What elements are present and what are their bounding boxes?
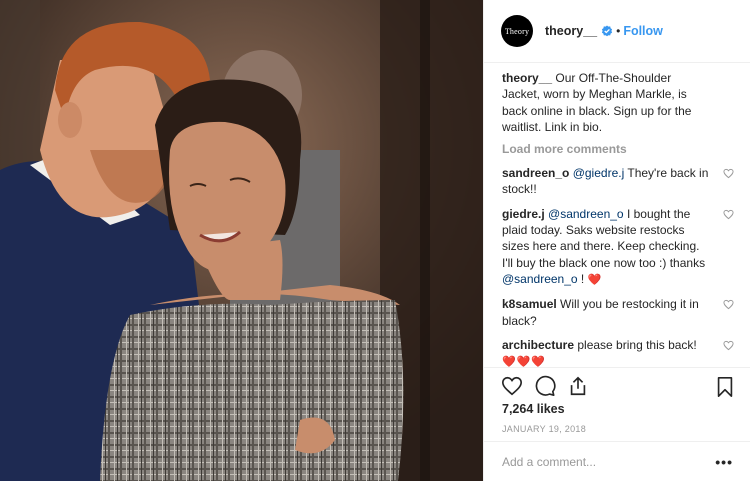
comment-author[interactable]: giedre.j — [502, 207, 545, 221]
heart-icon[interactable] — [501, 375, 523, 397]
comment-item: giedre.j @sandreen_o I bought the plaid … — [502, 206, 734, 288]
comment-like-heart-icon[interactable] — [723, 168, 734, 179]
header-username[interactable]: theory__ — [545, 24, 597, 38]
caption: theory__ Our Off-The-Shoulder Jacket, wo… — [502, 70, 734, 135]
comment-item: sandreen_o @giedre.j They're back in sto… — [502, 165, 734, 198]
post-date[interactable]: JANUARY 19, 2018 — [502, 424, 586, 434]
comment-author[interactable]: archibecture — [502, 338, 574, 352]
post-photo[interactable] — [0, 0, 483, 481]
comment-author[interactable]: sandreen_o — [502, 166, 569, 180]
comment-like-heart-icon[interactable] — [723, 299, 734, 310]
comment-icon[interactable] — [534, 375, 556, 397]
add-comment-input[interactable]: Add a comment... — [502, 455, 596, 469]
avatar-text: Theory — [504, 26, 530, 36]
follow-button[interactable]: Follow — [623, 24, 663, 38]
comment-text-tail: ! — [577, 271, 588, 286]
avatar[interactable]: Theory — [501, 15, 533, 47]
add-comment-bar: Add a comment... ••• — [484, 441, 750, 481]
comments-list: theory__ Our Off-The-Shoulder Jacket, wo… — [484, 63, 750, 370]
load-more-comments-button[interactable]: Load more comments — [502, 142, 734, 156]
like-count[interactable]: 7,264 likes — [502, 402, 565, 416]
share-icon[interactable] — [567, 375, 589, 397]
comment-like-heart-icon[interactable] — [723, 340, 734, 351]
post-image-illustration — [0, 0, 483, 481]
comment-item: k8samuel Will you be restocking it in bl… — [502, 296, 734, 329]
post-sidebar: Theory theory__ • Follow theory__ Our Of… — [483, 0, 750, 481]
heart-emoji: ❤️ — [587, 273, 603, 286]
separator-dot: • — [616, 24, 621, 38]
comment-mention[interactable]: @giedre.j — [573, 166, 625, 180]
comment-mention[interactable]: @sandreen_o — [502, 272, 578, 286]
comment-item: archibecture please bring this back! ❤️❤… — [502, 337, 734, 371]
post-header: Theory theory__ • Follow — [484, 0, 750, 63]
comment-author[interactable]: k8samuel — [502, 297, 557, 311]
comment-like-heart-icon[interactable] — [723, 209, 734, 220]
post-actions — [484, 367, 750, 404]
bookmark-icon[interactable] — [714, 376, 736, 398]
verified-badge-icon — [602, 25, 613, 37]
comment-text: please bring this back! — [574, 337, 697, 352]
caption-author[interactable]: theory__ — [502, 71, 552, 85]
comment-mention[interactable]: @sandreen_o — [548, 207, 624, 221]
instagram-post: Theory theory__ • Follow theory__ Our Of… — [0, 0, 750, 481]
more-options-button[interactable]: ••• — [715, 454, 733, 470]
